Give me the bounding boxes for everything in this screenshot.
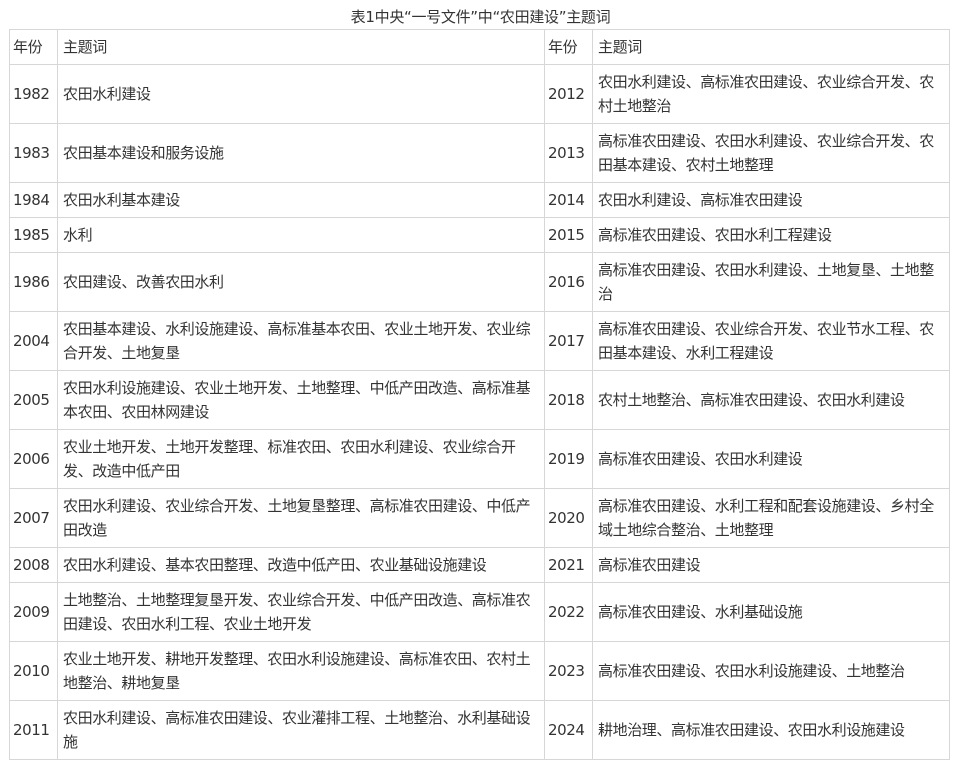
table-row: 2008 农田水利建设、基本农田整理、改造中低产田、农业基础设施建设 2021 …	[9, 547, 950, 583]
year-cell: 2014	[544, 182, 593, 218]
year-cell: 2022	[544, 582, 593, 642]
topic-cell: 农田水利设施建设、农业土地开发、土地整理、中低产田改造、高标准基本农田、农田林网…	[57, 370, 545, 430]
table-row: 2004 农田基本建设、水利设施建设、高标准基本农田、农业土地开发、农业综合开发…	[9, 311, 950, 371]
table-row: 2006 农业土地开发、土地开发整理、标准农田、农田水利建设、农业综合开发、改造…	[9, 429, 950, 489]
topic-cell: 农田水利建设	[57, 64, 545, 124]
header-topic-right: 主题词	[592, 29, 950, 65]
table-row: 1984 农田水利基本建设 2014 农田水利建设、高标准农田建设	[9, 182, 950, 218]
table-row: 2007 农田水利建设、农业综合开发、土地复垦整理、高标准农田建设、中低产田改造…	[9, 488, 950, 548]
topic-cell: 农田水利建设、高标准农田建设	[592, 182, 950, 218]
table-caption: 表1中央“一号文件”中“农田建设”主题词	[350, 8, 611, 26]
topic-cell: 高标准农田建设、农田水利设施建设、土地整治	[592, 641, 950, 701]
year-cell: 2018	[544, 370, 593, 430]
year-cell: 2011	[9, 700, 58, 760]
topic-cell: 农田水利建设、高标准农田建设、农业综合开发、农村土地整治	[592, 64, 950, 124]
farmland-topics-table: 年份 主题词 年份 主题词 1982 农田水利建设 2012 农田水利建设、高标…	[9, 29, 950, 760]
topic-cell: 高标准农田建设、农田水利建设	[592, 429, 950, 489]
topic-cell: 水利	[57, 217, 545, 253]
year-cell: 2009	[9, 582, 58, 642]
topic-cell: 农田基本建设、水利设施建设、高标准基本农田、农业土地开发、农业综合开发、土地复垦	[57, 311, 545, 371]
year-cell: 2023	[544, 641, 593, 701]
header-topic-left: 主题词	[57, 29, 545, 65]
topic-cell: 农田水利建设、基本农田整理、改造中低产田、农业基础设施建设	[57, 547, 545, 583]
year-cell: 2021	[544, 547, 593, 583]
table-row: 2011 农田水利建设、高标准农田建设、农业灌排工程、土地整治、水利基础设施 2…	[9, 700, 950, 760]
topic-cell: 高标准农田建设	[592, 547, 950, 583]
table-row: 2010 农业土地开发、耕地开发整理、农田水利设施建设、高标准农田、农村土地整治…	[9, 641, 950, 701]
year-cell: 2013	[544, 123, 593, 183]
year-cell: 2017	[544, 311, 593, 371]
year-cell: 1985	[9, 217, 58, 253]
table-row: 2009 土地整治、土地整理复垦开发、农业综合开发、中低产田改造、高标准农田建设…	[9, 582, 950, 642]
topic-cell: 高标准农田建设、农田水利建设、农业综合开发、农田基本建设、农村土地整理	[592, 123, 950, 183]
topic-cell: 农田水利基本建设	[57, 182, 545, 218]
table-header-row: 年份 主题词 年份 主题词	[9, 29, 950, 65]
topic-cell: 农田建设、改善农田水利	[57, 252, 545, 312]
topic-cell: 高标准农田建设、水利基础设施	[592, 582, 950, 642]
year-cell: 2006	[9, 429, 58, 489]
topic-cell: 农村土地整治、高标准农田建设、农田水利建设	[592, 370, 950, 430]
year-cell: 2016	[544, 252, 593, 312]
year-cell: 2008	[9, 547, 58, 583]
year-cell: 2019	[544, 429, 593, 489]
table-row: 1983 农田基本建设和服务设施 2013 高标准农田建设、农田水利建设、农业综…	[9, 123, 950, 183]
year-cell: 2004	[9, 311, 58, 371]
topic-cell: 农田基本建设和服务设施	[57, 123, 545, 183]
topic-cell: 农业土地开发、土地开发整理、标准农田、农田水利建设、农业综合开发、改造中低产田	[57, 429, 545, 489]
year-cell: 2012	[544, 64, 593, 124]
header-year-left: 年份	[9, 29, 58, 65]
year-cell: 1982	[9, 64, 58, 124]
header-year-right: 年份	[544, 29, 593, 65]
table-row: 1982 农田水利建设 2012 农田水利建设、高标准农田建设、农业综合开发、农…	[9, 64, 950, 124]
topic-cell: 高标准农田建设、农业综合开发、农业节水工程、农田基本建设、水利工程建设	[592, 311, 950, 371]
year-cell: 1984	[9, 182, 58, 218]
year-cell: 1983	[9, 123, 58, 183]
topic-cell: 农田水利建设、农业综合开发、土地复垦整理、高标准农田建设、中低产田改造	[57, 488, 545, 548]
topic-cell: 高标准农田建设、农田水利工程建设	[592, 217, 950, 253]
year-cell: 2024	[544, 700, 593, 760]
topic-cell: 高标准农田建设、农田水利建设、土地复垦、土地整治	[592, 252, 950, 312]
year-cell: 2010	[9, 641, 58, 701]
year-cell: 1986	[9, 252, 58, 312]
topic-cell: 土地整治、土地整理复垦开发、农业综合开发、中低产田改造、高标准农田建设、农田水利…	[57, 582, 545, 642]
year-cell: 2005	[9, 370, 58, 430]
year-cell: 2015	[544, 217, 593, 253]
topic-cell: 农业土地开发、耕地开发整理、农田水利设施建设、高标准农田、农村土地整治、耕地复垦	[57, 641, 545, 701]
topic-cell: 高标准农田建设、水利工程和配套设施建设、乡村全域土地综合整治、土地整理	[592, 488, 950, 548]
year-cell: 2020	[544, 488, 593, 548]
topic-cell: 耕地治理、高标准农田建设、农田水利设施建设	[592, 700, 950, 760]
table-row: 2005 农田水利设施建设、农业土地开发、土地整理、中低产田改造、高标准基本农田…	[9, 370, 950, 430]
table-row: 1985 水利 2015 高标准农田建设、农田水利工程建设	[9, 217, 950, 253]
year-cell: 2007	[9, 488, 58, 548]
topic-cell: 农田水利建设、高标准农田建设、农业灌排工程、土地整治、水利基础设施	[57, 700, 545, 760]
table-row: 1986 农田建设、改善农田水利 2016 高标准农田建设、农田水利建设、土地复…	[9, 252, 950, 312]
